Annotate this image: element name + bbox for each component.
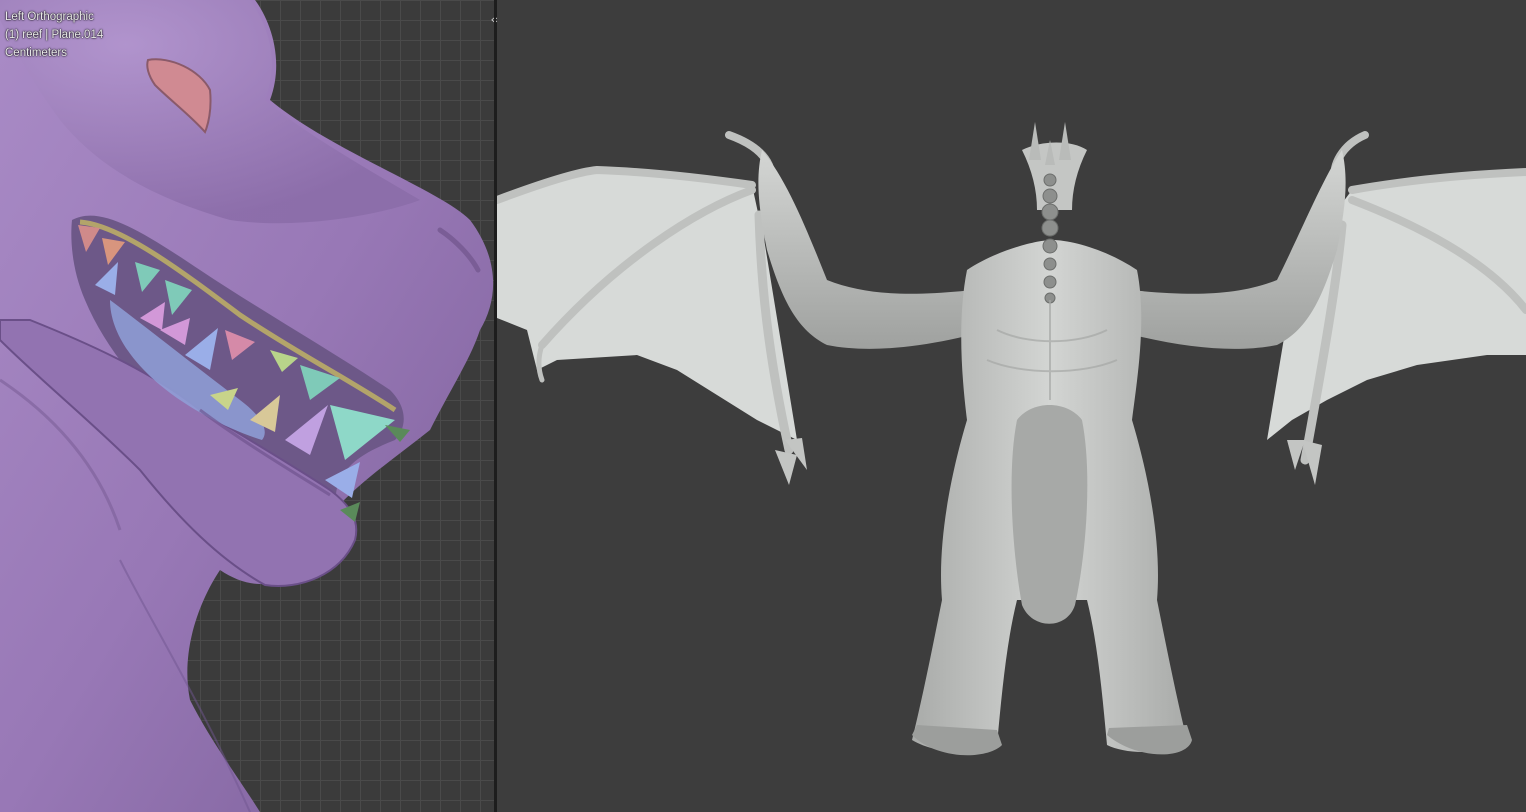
- blender-window: Left Orthographic (1) reef | Plane.014 C…: [0, 0, 1526, 812]
- object-info-label: (1) reef | Plane.014: [5, 29, 104, 41]
- dragon-body-model[interactable]: [497, 0, 1526, 812]
- viewport-info-overlay: Left Orthographic (1) reef | Plane.014 C…: [5, 8, 103, 62]
- view-name-label: Left Orthographic: [5, 11, 94, 23]
- right-viewport[interactable]: [497, 0, 1526, 812]
- wing-left: [497, 168, 797, 440]
- units-label: Centimeters: [5, 47, 67, 59]
- left-viewport[interactable]: Left Orthographic (1) reef | Plane.014 C…: [0, 0, 494, 812]
- dragon-head-model[interactable]: [0, 0, 494, 812]
